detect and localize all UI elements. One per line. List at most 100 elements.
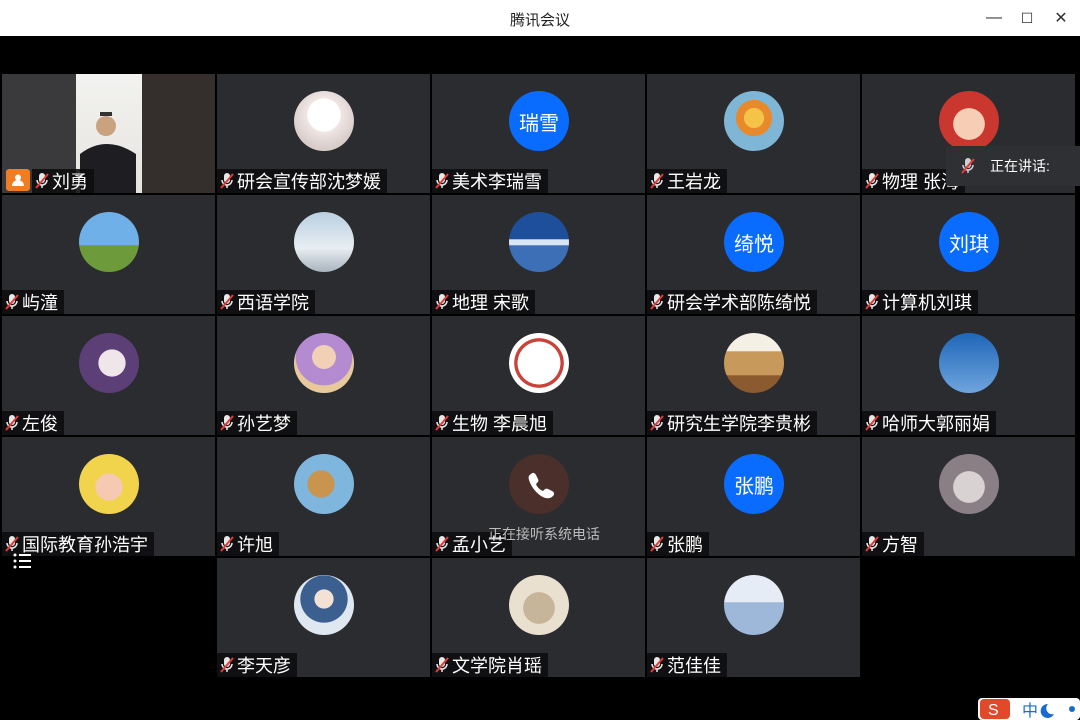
- participant-name: 研会学术部陈绮悦: [667, 293, 811, 313]
- participant-tile[interactable]: 许旭: [217, 437, 430, 556]
- participant-name: 屿潼: [22, 293, 58, 313]
- participant-tile[interactable]: 左俊: [2, 316, 215, 435]
- avatar: [724, 575, 784, 635]
- mic-muted-icon: [865, 294, 879, 310]
- mic-muted-icon: [650, 294, 664, 310]
- ime-toolbar[interactable]: S 中: [978, 698, 1080, 720]
- participant-nameplate: 生物 李晨旭: [432, 411, 554, 435]
- participant-tile[interactable]: 李天彦: [217, 558, 430, 677]
- mic-muted-icon: [220, 536, 234, 552]
- speaking-label: 正在讲话:: [990, 158, 1050, 174]
- participant-name: 西语学院: [237, 293, 309, 313]
- participant-name: 生物 李晨旭: [452, 414, 548, 434]
- maximize-button[interactable]: ☐: [1013, 6, 1041, 30]
- avatar: [294, 212, 354, 272]
- avatar: 张鹏: [724, 454, 784, 514]
- participant-tile[interactable]: 孙艺梦: [217, 316, 430, 435]
- participant-nameplate: 张鹏: [647, 532, 709, 556]
- participant-nameplate: 哈师大郭丽娟: [862, 411, 996, 435]
- mic-muted-icon: [5, 294, 19, 310]
- minimize-button[interactable]: —: [980, 6, 1008, 30]
- participant-tile[interactable]: 生物 李晨旭: [432, 316, 645, 435]
- participant-tile[interactable]: 范佳佳: [647, 558, 860, 677]
- avatar: 绮悦: [724, 212, 784, 272]
- mic-muted-icon: [435, 415, 449, 431]
- avatar: [939, 454, 999, 514]
- participant-nameplate: 方智: [862, 532, 924, 556]
- mic-muted-icon: [5, 415, 19, 431]
- mic-muted-icon: [35, 173, 49, 189]
- participant-name: 国际教育孙浩宇: [22, 535, 148, 555]
- video-background: [142, 74, 215, 193]
- window-title: 腾讯会议: [509, 12, 570, 29]
- mic-muted-icon: [220, 173, 234, 189]
- avatar: [79, 212, 139, 272]
- close-button[interactable]: ✕: [1047, 6, 1075, 30]
- participant-tile[interactable]: 文学院肖瑶: [432, 558, 645, 677]
- participant-tile[interactable]: 刘勇: [2, 74, 215, 193]
- participant-tile[interactable]: 张鹏 张鹏: [647, 437, 860, 556]
- mic-muted-icon: [650, 173, 664, 189]
- participant-tile[interactable]: 哈师大郭丽娟: [862, 316, 1075, 435]
- participant-name: 计算机刘琪: [882, 293, 972, 313]
- participant-tile[interactable]: 刘琪计算机刘琪: [862, 195, 1075, 314]
- participant-tile[interactable]: 绮悦研会学术部陈绮悦: [647, 195, 860, 314]
- participant-name: 张鹏: [667, 535, 703, 555]
- mic-muted-icon: [650, 415, 664, 431]
- avatar: 瑞雪: [509, 91, 569, 151]
- participant-nameplate: 左俊: [2, 411, 64, 435]
- mic-muted-icon: [435, 536, 449, 552]
- participant-name: 研会宣传部沈梦媛: [237, 172, 381, 192]
- call-status-text: 正在接听系统电话: [488, 526, 600, 542]
- participant-name: 左俊: [22, 414, 58, 434]
- avatar: [294, 333, 354, 393]
- participant-tile[interactable]: 西语学院: [217, 195, 430, 314]
- participant-tile[interactable]: 研究生学院李贵彬: [647, 316, 860, 435]
- phone-call-icon: [509, 454, 569, 514]
- avatar: [724, 333, 784, 393]
- host-badge-icon: [6, 169, 30, 191]
- avatar: [294, 91, 354, 151]
- avatar: [939, 91, 999, 151]
- mic-muted-icon: [865, 536, 879, 552]
- avatar: [79, 454, 139, 514]
- participant-nameplate: 文学院肖瑶: [432, 653, 548, 677]
- avatar: 刘琪: [939, 212, 999, 272]
- avatar: [509, 212, 569, 272]
- participant-tile[interactable]: 王岩龙: [647, 74, 860, 193]
- participant-name: 方智: [882, 535, 918, 555]
- participant-name: 李天彦: [237, 656, 291, 676]
- participant-tile[interactable]: 屿潼: [2, 195, 215, 314]
- participant-name: 美术李瑞雪: [452, 172, 542, 192]
- participant-tile[interactable]: 国际教育孙浩宇: [2, 437, 215, 556]
- mic-muted-icon: [220, 415, 234, 431]
- ime-mode-label: 中: [1022, 701, 1038, 720]
- participant-name: 刘勇: [52, 172, 88, 192]
- participant-nameplate: 刘勇: [32, 169, 94, 193]
- avatar: [79, 333, 139, 393]
- participant-tile[interactable]: 瑞雪美术李瑞雪: [432, 74, 645, 193]
- participant-name: 哈师大郭丽娟: [882, 414, 990, 434]
- mic-muted-icon: [650, 657, 664, 673]
- mic-muted-icon: [865, 415, 879, 431]
- participant-name: 孙艺梦: [237, 414, 291, 434]
- participant-name: 王岩龙: [667, 172, 721, 192]
- participant-name: 文学院肖瑶: [452, 656, 542, 676]
- mic-muted-icon: [435, 294, 449, 310]
- speaking-indicator: 正在讲话:: [946, 146, 1080, 186]
- participant-tile[interactable]: 研会宣传部沈梦媛: [217, 74, 430, 193]
- avatar: [509, 333, 569, 393]
- participant-nameplate: 许旭: [217, 532, 279, 556]
- participant-name: 范佳佳: [667, 656, 721, 676]
- participant-tile[interactable]: 方智: [862, 437, 1075, 556]
- participant-nameplate: 美术李瑞雪: [432, 169, 548, 193]
- participant-nameplate: 屿潼: [2, 290, 64, 314]
- participant-nameplate: 研会宣传部沈梦媛: [217, 169, 387, 193]
- mic-muted-icon: [220, 657, 234, 673]
- menu-icon[interactable]: [12, 551, 32, 571]
- title-bar: 腾讯会议 — ☐ ✕: [0, 0, 1080, 36]
- participant-nameplate: 研会学术部陈绮悦: [647, 290, 817, 314]
- participant-nameplate: 王岩龙: [647, 169, 727, 193]
- participant-tile[interactable]: 地理 宋歌: [432, 195, 645, 314]
- participant-name: 许旭: [237, 535, 273, 555]
